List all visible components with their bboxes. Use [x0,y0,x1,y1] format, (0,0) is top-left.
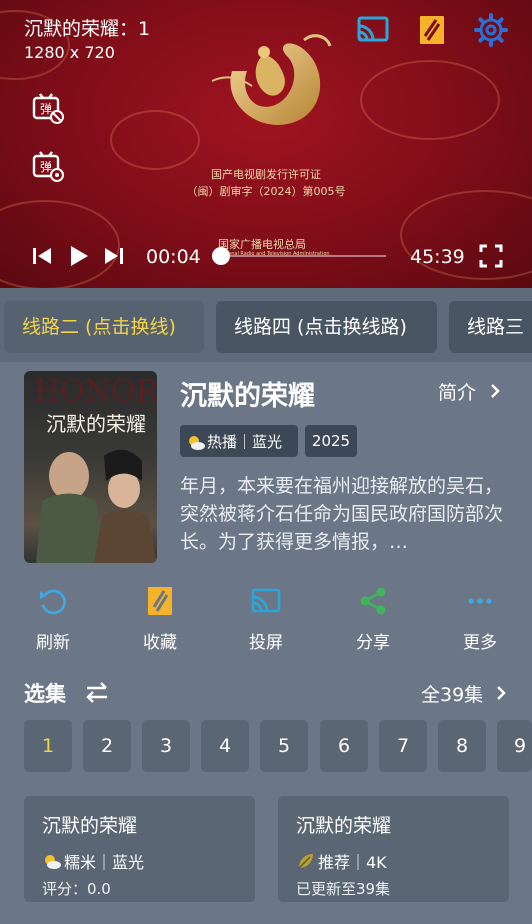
more-icon [468,598,492,604]
action-label: 投屏 [249,633,283,653]
cast-button[interactable]: 投屏 [231,585,301,653]
leaf-icon [298,854,313,869]
weather-icon [189,436,205,450]
bookmark-button[interactable]: 收藏 [125,585,195,653]
fullscreen-icon[interactable] [478,243,504,269]
refresh-icon [40,589,66,615]
skip-next-icon[interactable] [100,242,128,270]
cast-icon [251,588,281,613]
rec-title: 沉默的荣耀 [42,815,138,837]
current-time: 00:04 [146,246,201,268]
chevron-right-icon[interactable] [489,383,501,399]
poster-title: 沉默的荣耀 [46,412,146,436]
more-button[interactable]: 更多 [445,585,515,653]
share-icon [360,587,386,615]
intro-link[interactable]: 简介 [438,378,476,405]
action-label: 刷新 [36,633,70,653]
cloud-decoration [360,60,500,140]
license-number: （闽）剧审字（2024）第005号 [186,185,346,198]
line-option[interactable]: 线路二 (点击换线) [4,301,204,353]
rec-rating: 评分：0.0 [42,880,111,898]
poster-image: HONOR [24,371,157,563]
skip-previous-icon[interactable] [28,242,56,270]
cast-icon[interactable] [355,12,391,48]
refresh-button[interactable]: 刷新 [18,585,88,653]
total-time: 45:39 [410,246,465,268]
episode-button[interactable]: 4 [201,720,249,772]
rec-update-status: 已更新至39集 [296,880,391,898]
gear-icon[interactable] [473,12,509,48]
chevron-right-icon[interactable] [495,685,507,701]
action-label: 收藏 [143,633,177,653]
line-option[interactable]: 线路四 (点击换线路) [216,301,437,353]
action-label: 更多 [463,633,497,653]
weather-icon [45,855,61,869]
synopsis-text[interactable]: 年月，本来要在福州迎接解放的吴石，突然被蒋介石任命为国民政府国防部次长。为了获得… [180,472,514,558]
quality-tag: 热播｜蓝光 [207,433,283,451]
cloud-decoration [110,110,200,170]
bookmark-icon[interactable] [414,12,450,48]
episode-button[interactable]: 7 [379,720,427,772]
episode-button[interactable]: 1 [24,720,72,772]
line-option[interactable]: 线路三 [449,301,532,353]
share-button[interactable]: 分享 [338,585,408,653]
license-line: 国产电视剧发行许可证 [211,168,321,181]
recommendation-card[interactable]: 沉默的荣耀 推荐｜4K 已更新至39集 [278,796,509,902]
seek-handle[interactable] [212,247,230,265]
seek-bar[interactable] [220,255,386,257]
play-icon[interactable] [64,242,92,270]
bookmark-icon [148,587,172,615]
drama-emblem [211,34,332,125]
episode-button[interactable]: 8 [438,720,486,772]
sort-toggle-icon[interactable] [84,679,110,705]
video-resolution: 1280 x 720 [24,43,115,62]
action-label: 分享 [356,633,390,653]
svg-text:弹: 弹 [40,102,52,116]
episode-button[interactable]: 5 [260,720,308,772]
episode-button[interactable]: 6 [320,720,368,772]
recommendation-card[interactable]: 沉默的荣耀 糯米｜蓝光 评分：0.0 [24,796,255,902]
source-line-bar: 线路二 (点击换线) 线路四 (点击换线路) 线路三 [0,288,532,362]
rec-tag: 糯米｜蓝光 [64,853,145,872]
show-title: 沉默的荣耀 [180,381,315,412]
episode-button[interactable]: 3 [142,720,190,772]
episode-total-link[interactable]: 全39集 [421,680,483,707]
svg-text:HONOR: HONOR [34,374,157,409]
danmaku-off-icon[interactable]: 弹 [32,92,64,124]
episode-button[interactable]: 2 [83,720,131,772]
episode-heading: 选集 [24,682,66,706]
poster-art: HONOR [34,374,157,563]
video-player[interactable]: 沉默的荣耀：1 1280 x 720 弹 弹 国产电视剧发行许可证 （闽）剧审字… [0,0,532,288]
broadcaster-name: 国家广播电视总局 [218,238,306,251]
episode-button[interactable]: 9 [497,720,532,772]
video-title: 沉默的荣耀：1 [24,18,151,40]
rec-title: 沉默的荣耀 [296,815,392,837]
rec-tag: 推荐｜4K [318,853,387,872]
year-badge: 2025 [305,425,357,457]
